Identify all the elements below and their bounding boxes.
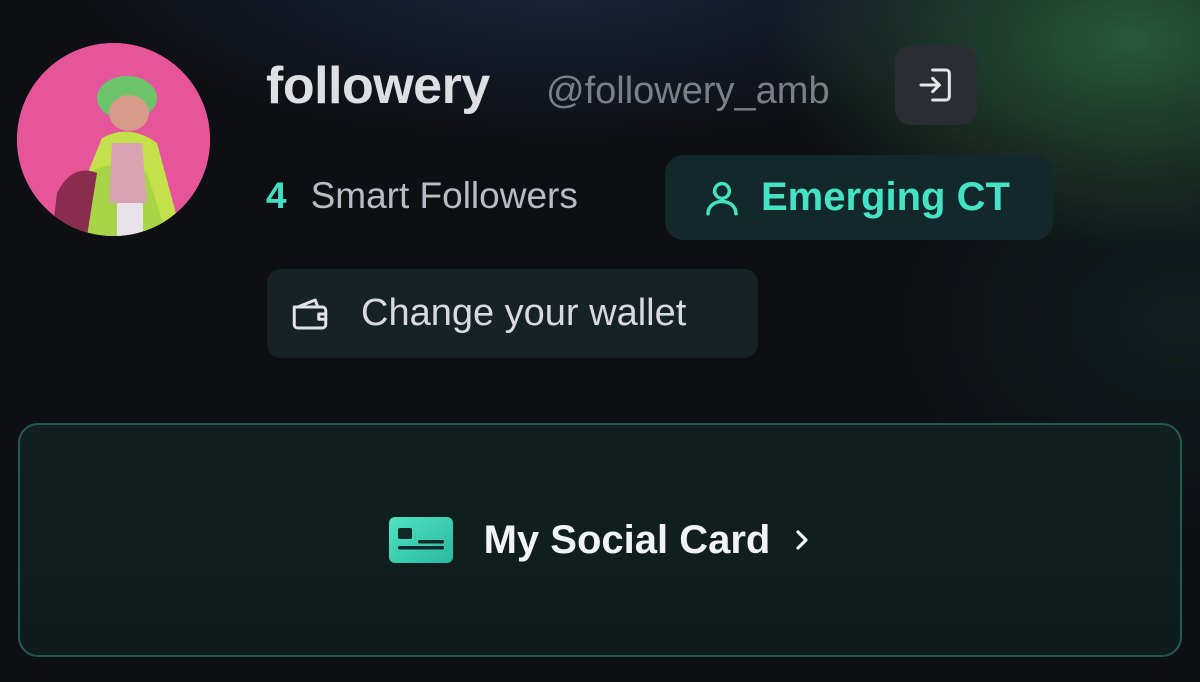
chevron-right-icon [792,527,812,553]
my-social-card-button[interactable]: My Social Card [18,423,1182,657]
logout-icon [916,65,956,105]
tier-badge: Emerging CT [665,155,1053,240]
avatar-image [17,43,210,236]
change-wallet-button[interactable]: Change your wallet [267,269,758,358]
id-card-icon [388,516,454,564]
display-name: followery [266,57,490,115]
smart-followers: 4 Smart Followers [266,175,578,217]
avatar [17,43,210,236]
wallet-icon [289,293,331,335]
smart-followers-label: Smart Followers [310,175,578,216]
social-card-label: My Social Card [483,517,771,562]
user-icon [701,177,743,219]
user-handle: @followery_amb [546,70,830,112]
smart-followers-count: 4 [266,175,287,216]
tier-label: Emerging CT [761,175,1010,219]
logout-button[interactable] [895,45,977,125]
change-wallet-label: Change your wallet [361,292,687,334]
